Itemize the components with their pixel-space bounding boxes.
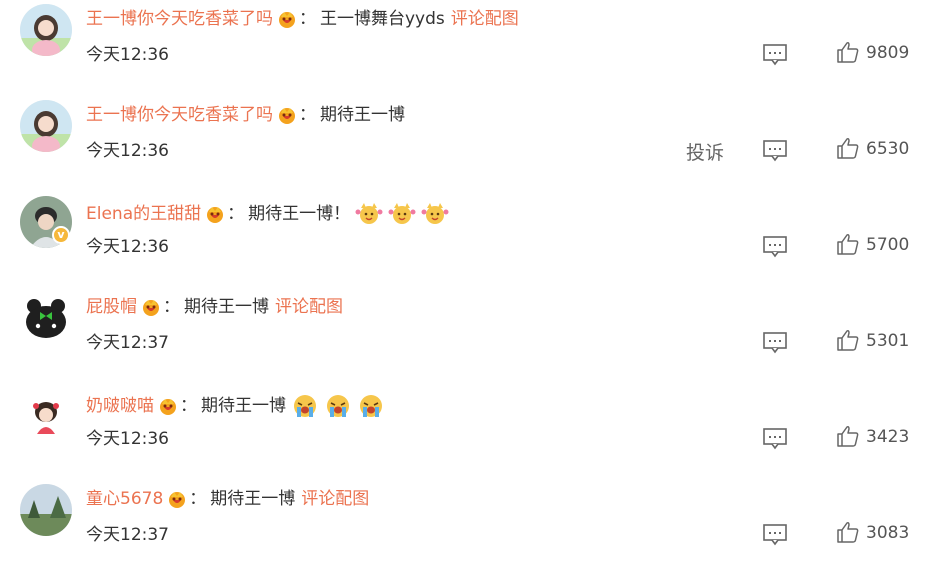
comment-pic-link[interactable]: 评论配图 xyxy=(275,296,343,318)
colon: ： xyxy=(299,105,316,125)
vip-crown-badge-icon xyxy=(141,297,161,317)
comment-text: 期待王一博 xyxy=(201,396,286,416)
colon: ： xyxy=(189,489,207,509)
like-count[interactable]: 5301 xyxy=(866,331,909,351)
like-count[interactable]: 6530 xyxy=(866,139,909,159)
thumbs-up-icon[interactable] xyxy=(836,328,860,352)
vip-crown-badge-icon xyxy=(205,204,225,224)
vip-crown-badge-icon xyxy=(277,9,297,29)
comment-reply-icon[interactable] xyxy=(762,138,788,162)
username-link[interactable]: 奶啵啵喵 xyxy=(86,395,154,417)
cheering-cat-emoji-icon xyxy=(421,200,449,228)
comment-time: 今天12:37 xyxy=(86,525,169,545)
comment-time: 今天12:37 xyxy=(86,333,169,353)
username-link[interactable]: 王一博你今天吃香菜了吗 xyxy=(86,104,273,126)
comment-item: v Elena的王甜甜 ： 期待王一博！ 今天12:36 5700 xyxy=(0,192,936,288)
comment-item: 王一博你今天吃香菜了吗 ： 王一博舞台yyds 评论配图 今天12:36 980… xyxy=(0,0,936,96)
comment-text: 期待王一博 xyxy=(184,297,269,317)
like-count[interactable]: 9809 xyxy=(866,43,909,63)
comment-text: 王一博舞台yyds xyxy=(320,9,445,29)
comment-text: 期待王一博 xyxy=(320,105,405,125)
report-link[interactable]: 投诉 xyxy=(686,138,724,165)
comment-time: 今天12:36 xyxy=(86,429,169,449)
colon: ： xyxy=(180,396,197,416)
colon: ： xyxy=(227,204,245,224)
like-count[interactable]: 5700 xyxy=(866,235,909,255)
comment-pic-link[interactable]: 评论配图 xyxy=(301,488,369,510)
like-count[interactable]: 3083 xyxy=(866,523,909,543)
crying-face-emoji-icon xyxy=(324,392,352,420)
thumbs-up-icon[interactable] xyxy=(836,136,860,160)
avatar[interactable] xyxy=(20,100,72,152)
comment-item: 王一博你今天吃香菜了吗 ： 期待王一博 今天12:36 投诉 6530 xyxy=(0,96,936,192)
vip-crown-badge-icon xyxy=(277,105,297,125)
verified-badge: v xyxy=(52,226,70,244)
vip-crown-badge-icon xyxy=(158,396,178,416)
crying-face-emoji-icon xyxy=(357,392,385,420)
comment-reply-icon[interactable] xyxy=(762,330,788,354)
comment-text: 期待王一博！ xyxy=(248,204,351,224)
comment-item: 奶啵啵喵 ： 期待王一博 今天12:36 3423 xyxy=(0,384,936,480)
username-link[interactable]: Elena的王甜甜 xyxy=(86,203,201,225)
comment-reply-icon[interactable] xyxy=(762,234,788,258)
comment-time: 今天12:36 xyxy=(86,237,169,257)
thumbs-up-icon[interactable] xyxy=(836,424,860,448)
cheering-cat-emoji-icon xyxy=(355,200,383,228)
username-link[interactable]: 王一博你今天吃香菜了吗 xyxy=(86,8,273,30)
comment-item: 童心5678 ： 期待王一博 评论配图 今天12:37 3083 xyxy=(0,480,936,576)
avatar[interactable] xyxy=(20,4,72,56)
vip-crown-badge-icon xyxy=(167,489,187,509)
crying-face-emoji-icon xyxy=(291,392,319,420)
comment-time: 今天12:36 xyxy=(86,45,169,65)
comment-pic-link[interactable]: 评论配图 xyxy=(451,8,519,30)
avatar[interactable] xyxy=(20,292,72,344)
comment-reply-icon[interactable] xyxy=(762,426,788,450)
colon: ： xyxy=(299,9,316,29)
like-count[interactable]: 3423 xyxy=(866,427,909,447)
username-link[interactable]: 屁股帽 xyxy=(86,296,137,318)
comment-time: 今天12:36 xyxy=(86,141,169,161)
avatar[interactable] xyxy=(20,484,72,536)
thumbs-up-icon[interactable] xyxy=(836,40,860,64)
cheering-cat-emoji-icon xyxy=(388,200,416,228)
colon: ： xyxy=(163,297,180,317)
comment-item: 屁股帽 ： 期待王一博 评论配图 今天12:37 5301 xyxy=(0,288,936,384)
username-link[interactable]: 童心5678 xyxy=(86,488,163,510)
comment-text: 期待王一博 xyxy=(210,489,296,509)
comment-reply-icon[interactable] xyxy=(762,522,788,546)
thumbs-up-icon[interactable] xyxy=(836,232,860,256)
comment-reply-icon[interactable] xyxy=(762,42,788,66)
thumbs-up-icon[interactable] xyxy=(836,520,860,544)
avatar[interactable] xyxy=(20,388,72,440)
